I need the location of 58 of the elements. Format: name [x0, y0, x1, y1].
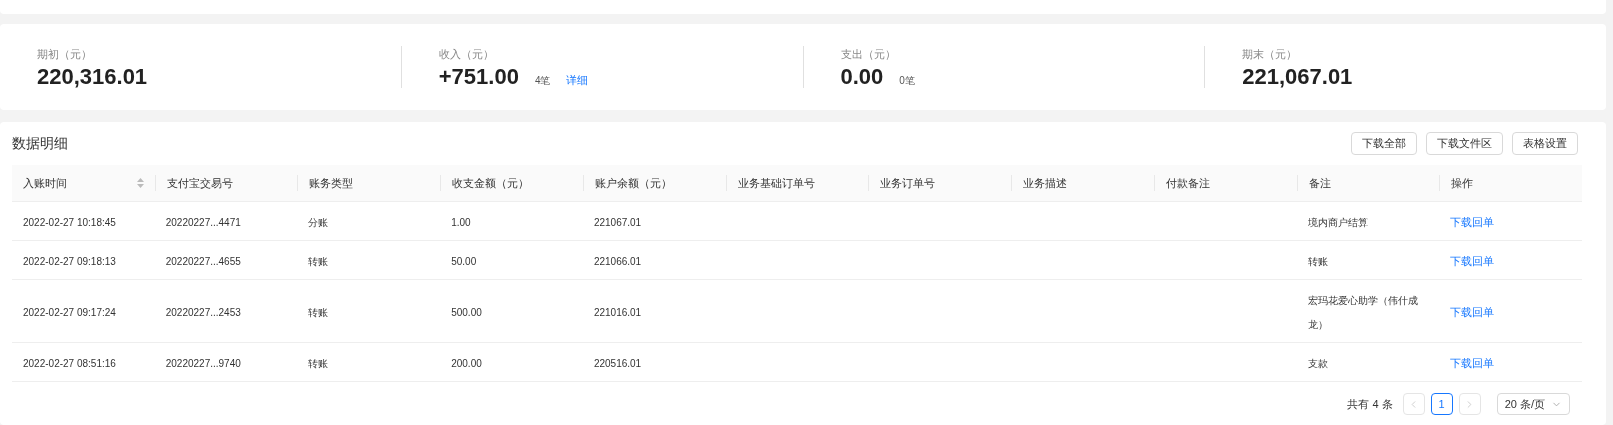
page-button[interactable]: 1	[1430, 393, 1453, 415]
table-cell: 500.00	[451, 307, 482, 318]
table-cell: 2022-02-27 09:17:24	[23, 307, 116, 318]
count-text: 0笔	[899, 74, 915, 89]
table-cell: 20220227...9740	[165, 358, 241, 369]
total-count: 共有 4 条	[1347, 396, 1393, 412]
table-cell: 221016.01	[593, 307, 642, 318]
summary-label: 收入（元）	[438, 46, 495, 62]
column-header: 账务类型	[309, 175, 354, 191]
table-cell: 20220227...2453	[165, 307, 241, 318]
table-cell: 50.00	[451, 256, 477, 267]
column-header: 备注	[1308, 175, 1331, 191]
section-title: 数据明细	[12, 134, 68, 153]
download-receipt-link[interactable]: 下载回单	[1450, 216, 1495, 228]
table-cell: 20220227...4471	[165, 217, 241, 228]
table-cell: 转账	[308, 358, 329, 369]
table-cell: 转账	[308, 256, 329, 267]
table-cell: 221067.01	[593, 217, 642, 228]
table-cell: 220516.01	[593, 358, 642, 369]
sort-icon[interactable]	[136, 178, 144, 188]
table-cell: 2022-02-27 09:18:13	[23, 256, 116, 267]
summary-value: 220,316.01	[37, 66, 148, 89]
summary-value: 0.00	[840, 66, 884, 89]
column-header: 业务订单号	[880, 175, 936, 191]
download-receipt-link[interactable]: 下载回单	[1450, 306, 1495, 318]
table-cell: 221066.01	[593, 256, 642, 267]
table-cell: 支款	[1307, 358, 1328, 369]
summary-label: 期初（元）	[37, 46, 93, 62]
summary-label: 期末（元）	[1242, 46, 1299, 62]
table-cell: 2022-02-27 10:18:45	[23, 217, 116, 228]
column-header: 支付宝交易号	[166, 175, 233, 191]
table-cell: 境内商户结算	[1307, 217, 1368, 228]
table-cell: 200.00	[451, 358, 482, 369]
column-header: 付款备注	[1165, 175, 1210, 191]
column-header: 收支金额（元）	[452, 175, 530, 191]
download-receipt-link[interactable]: 下载回单	[1450, 357, 1495, 369]
column-header: 账户余额（元）	[594, 175, 672, 191]
toolbar-button[interactable]: 下载全部	[1351, 132, 1417, 155]
column-header: 入账时间	[23, 175, 67, 191]
table-cell: 转账	[1307, 256, 1328, 267]
column-header: 业务描述	[1023, 175, 1068, 191]
table-cell: 2022-02-27 08:51:16	[23, 358, 116, 369]
table-cell: 1.00	[451, 217, 471, 228]
column-header: 操作	[1451, 175, 1474, 191]
toolbar-button[interactable]: 表格设置	[1512, 132, 1578, 155]
table-cell: 分账	[308, 217, 329, 228]
download-receipt-link[interactable]: 下载回单	[1450, 255, 1495, 267]
detail-link[interactable]: 详细	[566, 71, 589, 89]
toolbar-button[interactable]: 下载文件区	[1426, 132, 1503, 155]
count-text: 4笔	[534, 74, 551, 89]
summary-value: 221,067.01	[1242, 66, 1353, 89]
column-header: 业务基础订单号	[737, 175, 815, 191]
table-cell: 20220227...4655	[165, 256, 241, 267]
table-cell: 转账	[308, 307, 329, 318]
page-size-select[interactable]: 20 条/页	[1496, 393, 1570, 415]
table-cell: 宏玛花爱心助学（伟什成龙）	[1307, 295, 1418, 330]
summary-value: +751.00	[438, 66, 519, 89]
summary-label: 支出（元）	[840, 46, 897, 62]
